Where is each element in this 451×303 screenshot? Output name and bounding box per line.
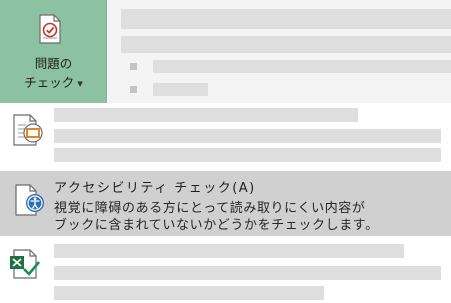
menu-item-accessibility-checker[interactable]: アクセシビリティ チェック(A) 視覚に障碍のある方にとって読み取りにくい内容が… bbox=[0, 171, 451, 236]
placeholder-bar bbox=[153, 83, 208, 96]
check-for-issues-button[interactable]: 問題の チェック ▼ bbox=[0, 0, 107, 103]
placeholder-bar bbox=[54, 108, 358, 122]
accessibility-checker-description-line2: ブックに含まれていないかどうかをチェックします。 bbox=[54, 218, 379, 233]
placeholder-bar bbox=[121, 36, 451, 53]
placeholder-bullet bbox=[130, 86, 137, 93]
placeholder-bar bbox=[54, 244, 404, 258]
accessibility-checker-icon bbox=[15, 184, 44, 216]
placeholder-bar bbox=[54, 148, 441, 162]
placeholder-bar bbox=[153, 60, 451, 73]
ribbon-top: 問題の チェック ▼ bbox=[0, 0, 451, 103]
placeholder-bar bbox=[54, 266, 441, 280]
menu-item-inspect-document[interactable] bbox=[0, 104, 451, 170]
placeholder-bar bbox=[121, 9, 451, 29]
chevron-down-icon: ▼ bbox=[77, 79, 83, 88]
check-button-label-line2: チェック ▼ bbox=[0, 72, 107, 91]
ribbon-placeholder-area bbox=[108, 0, 451, 103]
inspect-document-icon bbox=[13, 114, 43, 146]
accessibility-checker-title: アクセシビリティ チェック(A) bbox=[54, 181, 256, 196]
compatibility-checker-icon bbox=[10, 249, 40, 279]
placeholder-bar bbox=[54, 129, 441, 143]
check-button-label-line1: 問題の bbox=[34, 56, 73, 71]
placeholder-bar bbox=[54, 286, 324, 300]
placeholder-bullet bbox=[130, 63, 137, 70]
document-checklist-icon bbox=[39, 14, 61, 44]
menu-item-check-compatibility[interactable] bbox=[0, 236, 451, 303]
check-button-label-text: チェック bbox=[24, 75, 75, 90]
